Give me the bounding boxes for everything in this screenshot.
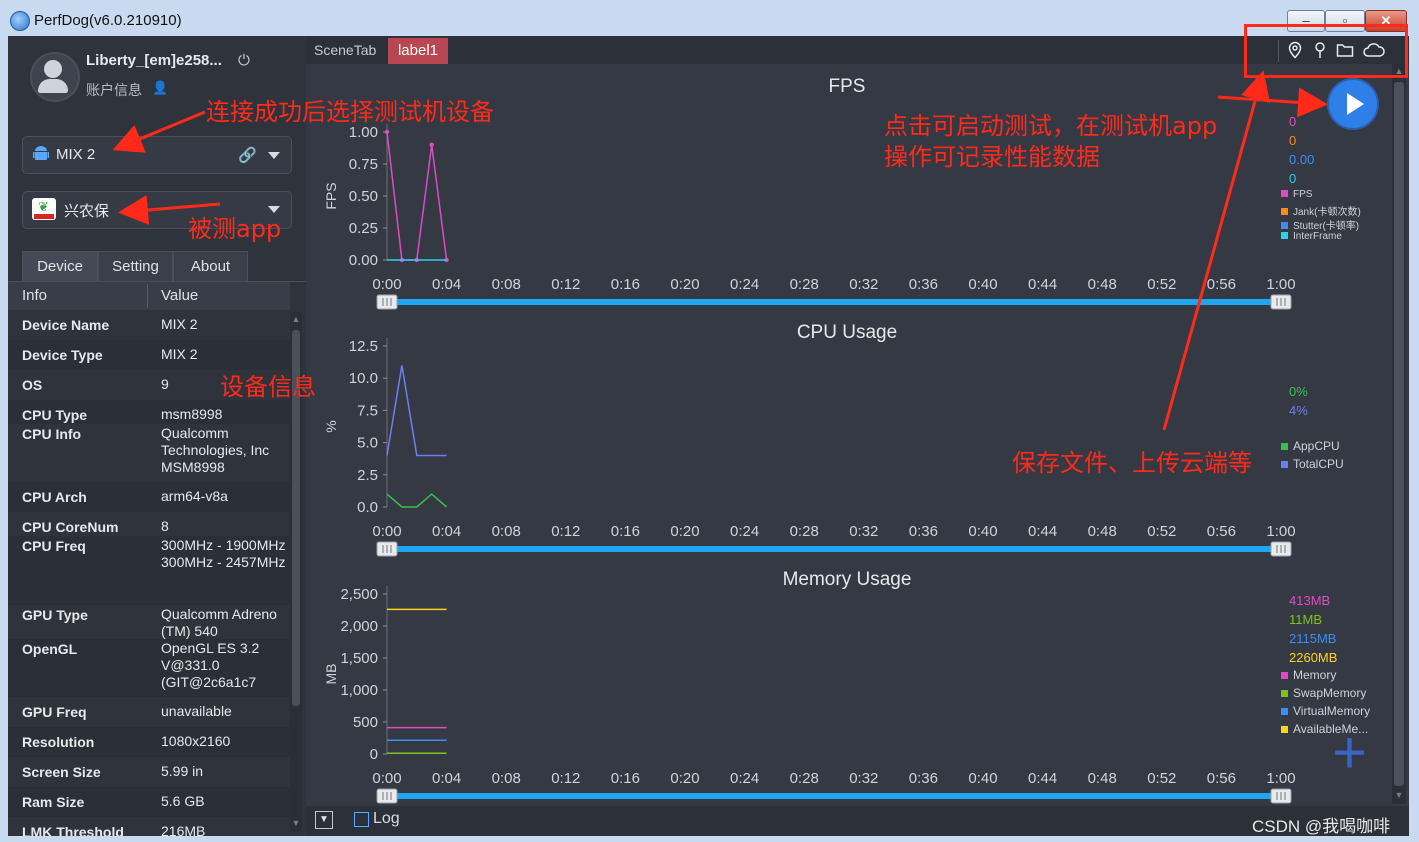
annotation-select-device: 连接成功后选择测试机设备 bbox=[206, 98, 494, 126]
arrow-to-start-button bbox=[1217, 87, 1328, 118]
annotation-device-info: 设备信息 bbox=[220, 373, 316, 401]
annotation-save-upload: 保存文件、上传云端等 bbox=[1012, 449, 1252, 477]
annotation-tested-app: 被测app bbox=[188, 215, 282, 243]
annotation-start-test-line1: 点击可启动测试，在测试机app bbox=[884, 112, 1218, 140]
arrow-to-device-select bbox=[112, 110, 206, 153]
annotation-start-test-line2: 操作可记录性能数据 bbox=[884, 143, 1100, 171]
